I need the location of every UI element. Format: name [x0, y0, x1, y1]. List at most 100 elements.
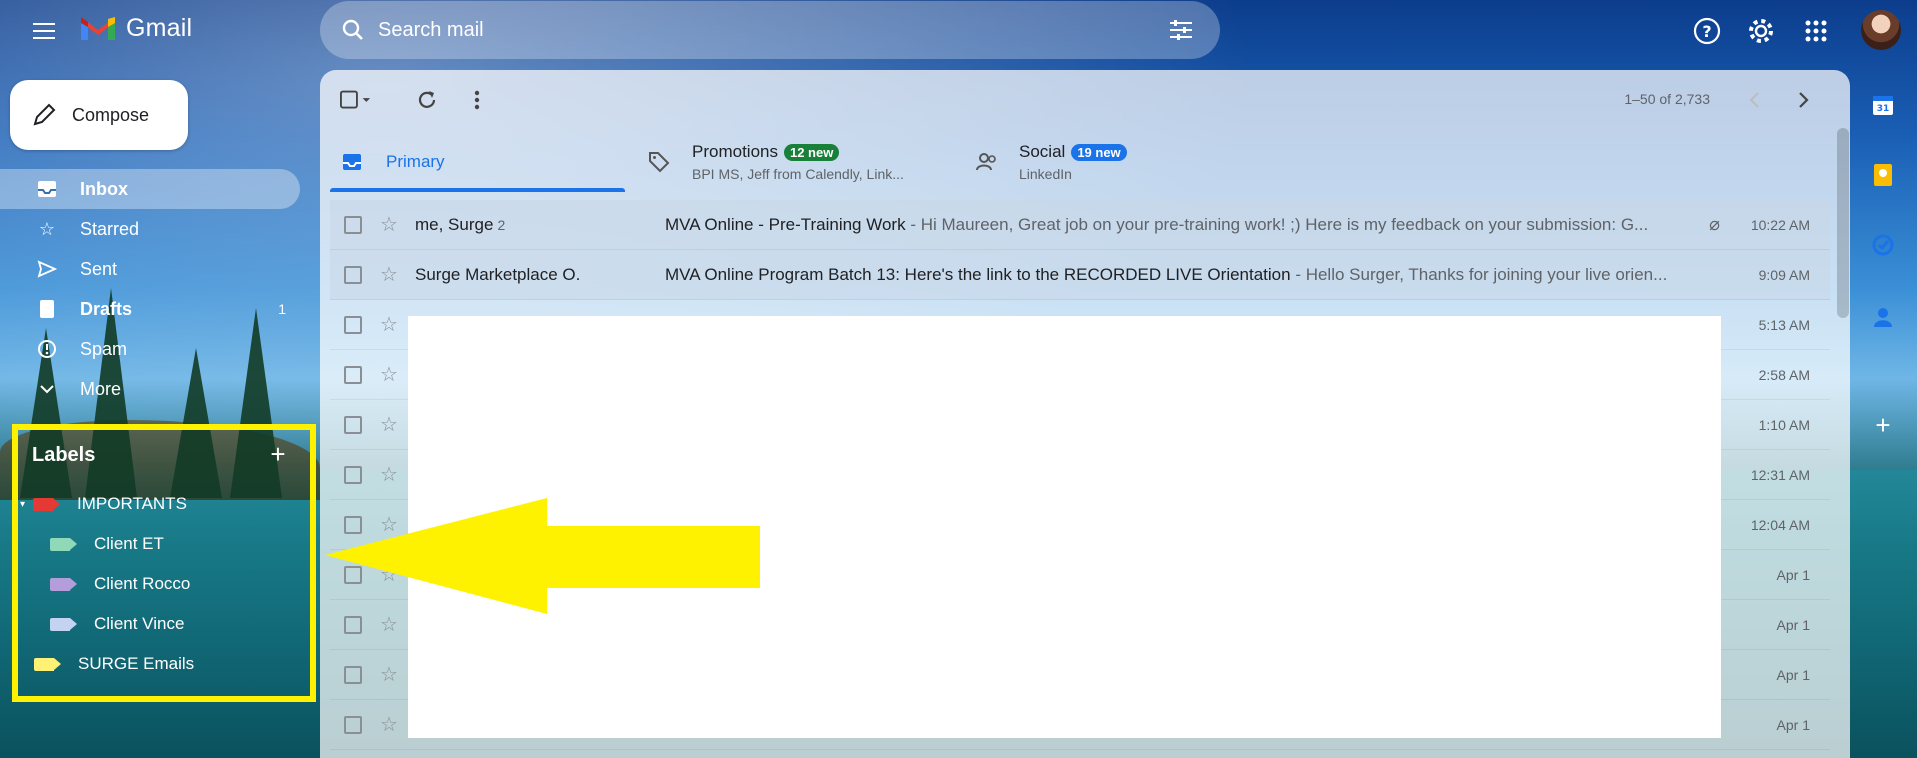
- apps-grid-icon[interactable]: [1797, 12, 1835, 50]
- add-label-icon[interactable]: +: [265, 439, 291, 469]
- row-checkbox[interactable]: [344, 215, 362, 234]
- label-item-surge-emails[interactable]: SURGE Emails: [34, 649, 194, 679]
- calendar-icon[interactable]: 31: [1868, 90, 1898, 120]
- draft-icon: [36, 298, 58, 320]
- sidebar-item-inbox[interactable]: Inbox: [0, 169, 300, 209]
- search-bar: [320, 1, 1220, 59]
- refresh-icon[interactable]: [411, 84, 443, 116]
- vertical-scrollbar[interactable]: [1837, 128, 1849, 318]
- sidebar-item-label: Inbox: [80, 178, 128, 199]
- row-checkbox[interactable]: [344, 615, 362, 634]
- more-vert-icon[interactable]: [461, 84, 493, 116]
- category-tabs: Primary Promotions 12 new BPI MS, Jeff fr…: [330, 132, 1830, 192]
- sidebar-item-sent[interactable]: Sent: [0, 249, 300, 289]
- star-icon[interactable]: ☆: [380, 362, 398, 387]
- star-icon[interactable]: ☆: [380, 262, 398, 287]
- top-bar: Gmail ?: [0, 0, 1917, 62]
- star-icon[interactable]: ☆: [380, 312, 398, 337]
- email-time: 1:10 AM: [1758, 416, 1810, 433]
- select-all-checkbox[interactable]: [340, 84, 372, 116]
- tab-social[interactable]: Social 19 new LinkedIn: [975, 132, 1275, 192]
- sidebar-item-label: Starred: [80, 218, 140, 239]
- sidebar-item-label: More: [80, 378, 122, 399]
- attachment-icon: ⌀: [1709, 214, 1720, 234]
- chevron-left-icon[interactable]: [1738, 84, 1770, 116]
- email-time: 9:09 AM: [1758, 266, 1810, 283]
- label-name: IMPORTANTS: [77, 494, 187, 513]
- email-time: 10:22 AM: [1750, 216, 1810, 233]
- sidebar-item-starred[interactable]: ☆ Starred: [0, 209, 300, 249]
- new-count-badge: 19 new: [1071, 144, 1127, 161]
- label-tag-icon: [50, 537, 77, 551]
- email-time: Apr 1: [1776, 566, 1810, 583]
- email-sender: me, Surge 2: [415, 214, 506, 234]
- compose-button[interactable]: Compose: [10, 80, 188, 150]
- label-item-importants[interactable]: ▾ IMPORTANTS: [20, 489, 187, 519]
- tab-promotions[interactable]: Promotions 12 new BPI MS, Jeff from Calen…: [648, 132, 948, 192]
- email-snippet: - Hello Surger, Thanks for joining your …: [1290, 264, 1668, 284]
- row-checkbox[interactable]: [344, 415, 362, 434]
- email-row[interactable]: ☆ Surge Marketplace O. MVA Online Progra…: [330, 250, 1830, 300]
- spam-icon: [36, 338, 58, 360]
- sidebar-item-label: Spam: [80, 338, 128, 359]
- inbox-icon: [343, 154, 361, 170]
- people-icon: [976, 153, 996, 171]
- row-checkbox[interactable]: [344, 465, 362, 484]
- email-row[interactable]: ☆ me, Surge 2 MVA Online - Pre-Training W…: [330, 200, 1830, 250]
- tasks-icon[interactable]: [1868, 230, 1898, 260]
- email-subject: MVA Online - Pre-Training Work - Hi Maur…: [665, 214, 1649, 234]
- main-menu-button[interactable]: [24, 13, 64, 49]
- active-tab-indicator: [330, 188, 625, 192]
- sidebar-item-drafts[interactable]: Drafts 1: [0, 289, 300, 329]
- sidebar-item-more[interactable]: More: [0, 369, 300, 409]
- label-item-client-rocco[interactable]: Client Rocco: [50, 569, 190, 599]
- search-icon[interactable]: [336, 13, 370, 47]
- email-time: 5:13 AM: [1758, 316, 1810, 333]
- label-name: Client ET: [94, 534, 164, 553]
- email-time: 12:31 AM: [1750, 466, 1810, 483]
- hamburger-icon: [33, 30, 55, 32]
- tab-subtitle: BPI MS, Jeff from Calendly, Link...: [692, 166, 904, 182]
- search-options-icon[interactable]: [1166, 15, 1196, 45]
- chevron-down-icon: [36, 378, 58, 400]
- side-panel: 31 +: [1850, 70, 1917, 758]
- svg-text:?: ?: [1702, 22, 1711, 41]
- sidebar-item-label: Sent: [80, 258, 118, 279]
- settings-gear-icon[interactable]: [1742, 12, 1780, 50]
- label-item-client-et[interactable]: Client ET: [50, 529, 164, 559]
- tab-primary[interactable]: Primary: [330, 132, 625, 192]
- sidebar-item-count: 1: [278, 301, 286, 317]
- email-time: 12:04 AM: [1750, 516, 1810, 533]
- row-checkbox[interactable]: [344, 265, 362, 284]
- star-icon[interactable]: ☆: [380, 662, 398, 687]
- search-input[interactable]: [378, 18, 1138, 42]
- gmail-logo[interactable]: Gmail: [78, 13, 192, 43]
- pagination-text: 1–50 of 2,733: [1624, 91, 1710, 107]
- chevron-right-icon[interactable]: [1788, 84, 1820, 116]
- send-icon: [36, 258, 58, 280]
- star-icon[interactable]: ☆: [380, 412, 398, 437]
- star-icon[interactable]: ☆: [380, 212, 398, 237]
- row-checkbox[interactable]: [344, 315, 362, 334]
- row-checkbox[interactable]: [344, 665, 362, 684]
- svg-text:31: 31: [1877, 104, 1890, 114]
- tab-label: Primary: [386, 152, 445, 171]
- tag-icon: [649, 152, 670, 173]
- account-avatar[interactable]: [1861, 10, 1901, 50]
- star-icon[interactable]: ☆: [380, 712, 398, 737]
- expand-triangle-icon[interactable]: ▾: [20, 499, 25, 510]
- contacts-icon[interactable]: [1868, 302, 1898, 332]
- yellow-arrow-annotation: [325, 498, 760, 614]
- row-checkbox[interactable]: [344, 365, 362, 384]
- help-icon[interactable]: ?: [1688, 12, 1726, 50]
- label-tag-icon: [34, 657, 61, 671]
- star-icon[interactable]: ☆: [380, 462, 398, 487]
- sidebar-item-spam[interactable]: Spam: [0, 329, 300, 369]
- label-item-client-vince[interactable]: Client Vince: [50, 609, 184, 639]
- email-snippet: - Hi Maureen, Great job on your pre-trai…: [905, 214, 1649, 234]
- row-checkbox[interactable]: [344, 715, 362, 734]
- keep-icon[interactable]: [1868, 160, 1898, 190]
- add-addon-icon[interactable]: +: [1868, 410, 1898, 440]
- tab-label: Promotions: [692, 142, 778, 161]
- star-icon: ☆: [38, 218, 56, 239]
